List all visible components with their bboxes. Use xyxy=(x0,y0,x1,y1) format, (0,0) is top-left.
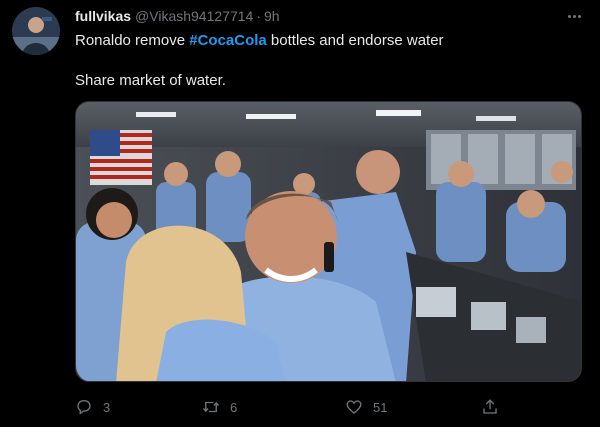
tweet-text-prefix: Ronaldo remove xyxy=(75,32,190,49)
more-options-button[interactable] xyxy=(562,6,586,26)
tweet-text-line2: Share market of water. xyxy=(75,72,226,89)
media-photo xyxy=(76,102,581,381)
separator-dot: · xyxy=(256,8,261,24)
reply-count: 3 xyxy=(103,399,111,415)
tweet-text: Ronaldo remove #CocaCola bottles and end… xyxy=(75,31,575,89)
retweet-count: 6 xyxy=(230,399,238,415)
tweet-media-image[interactable] xyxy=(75,101,582,382)
more-horizontal-icon xyxy=(567,14,571,18)
heart-icon xyxy=(346,400,362,414)
retweet-icon xyxy=(202,401,220,413)
tweet[interactable]: fullvikas @Vikash94127714 · 9h Ronaldo r… xyxy=(0,0,600,427)
timestamp[interactable]: 9h xyxy=(264,8,280,24)
reply-button[interactable]: 3 xyxy=(75,395,110,419)
like-count: 51 xyxy=(373,399,388,415)
hashtag-link[interactable]: #CocaCola xyxy=(189,32,267,49)
tweet-header: fullvikas @Vikash94127714 · 9h xyxy=(75,8,280,26)
retweet-button[interactable]: 6 xyxy=(202,395,237,419)
tweet-text-suffix: bottles and endorse water xyxy=(266,32,444,49)
display-name[interactable]: fullvikas xyxy=(75,8,131,24)
share-button[interactable] xyxy=(481,395,499,419)
user-avatar[interactable] xyxy=(12,7,60,55)
share-icon xyxy=(483,399,497,414)
like-button[interactable]: 51 xyxy=(345,395,387,419)
more-horizontal-icon-dot xyxy=(577,14,581,18)
reply-icon xyxy=(77,399,91,415)
user-handle[interactable]: @Vikash94127714 xyxy=(135,8,253,24)
more-horizontal-icon-dot xyxy=(572,14,576,18)
tweet-actions: 3 6 51 xyxy=(75,395,505,419)
